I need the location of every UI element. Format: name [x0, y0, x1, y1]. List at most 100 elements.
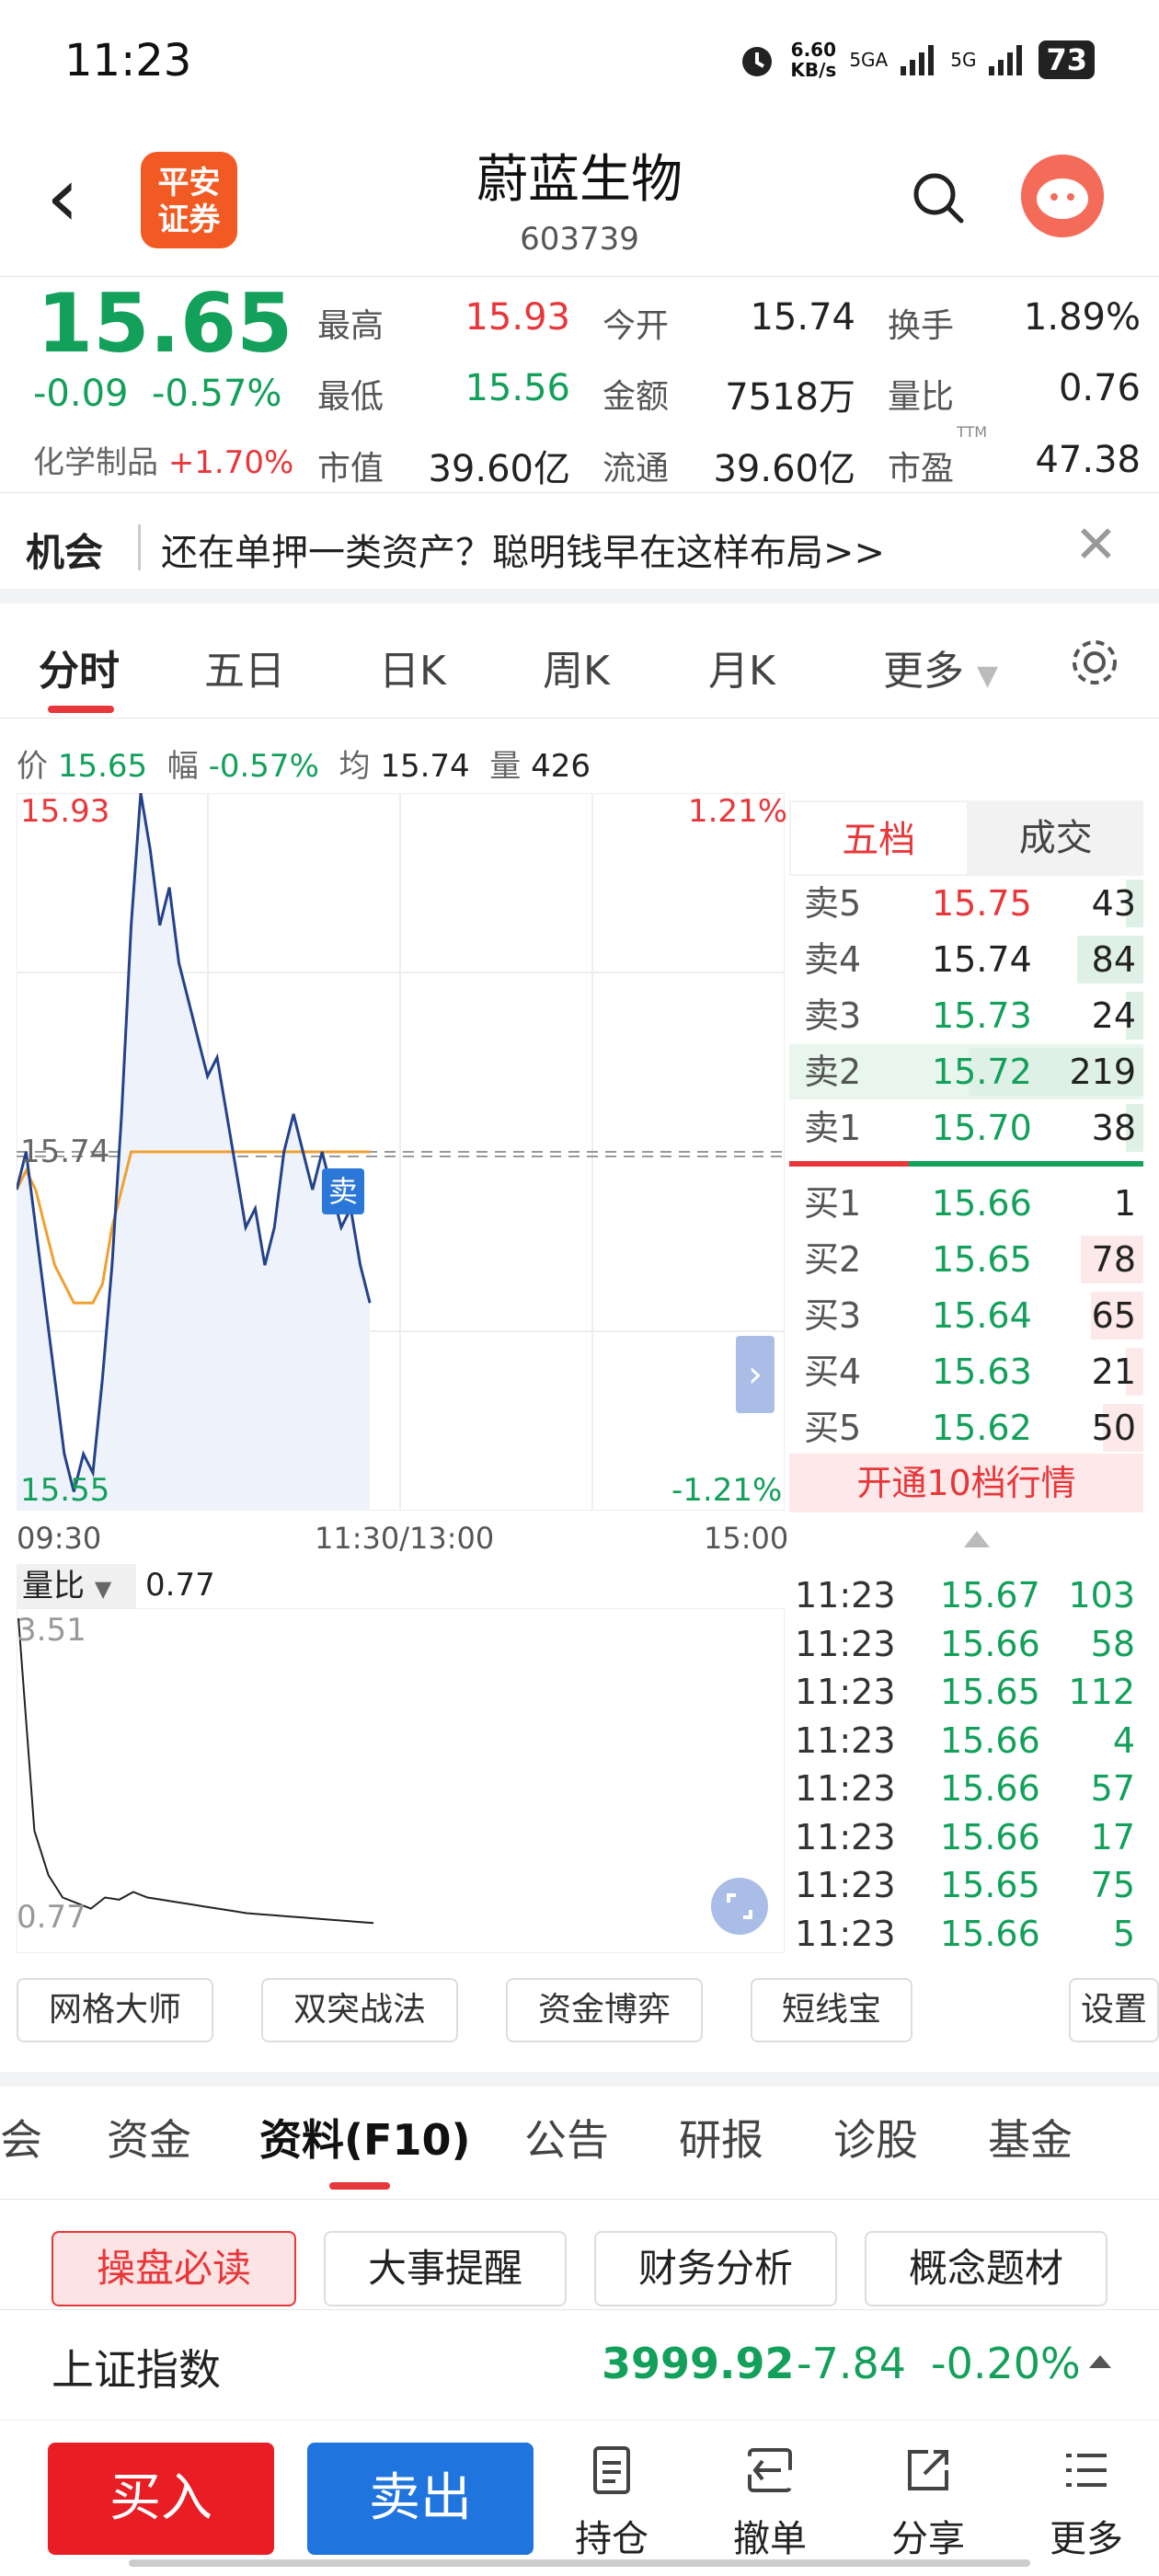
tab-research[interactable]: 研报	[679, 2107, 763, 2168]
tab-partial[interactable]: 会	[0, 2107, 42, 2168]
tab-funds[interactable]: 基金	[988, 2107, 1073, 2168]
ask-level-label: 卖4	[804, 939, 862, 980]
short-term-button[interactable]: 短线宝	[751, 1978, 912, 2042]
tab-f10[interactable]: 资料(F10)	[259, 2107, 470, 2168]
ask-level-row[interactable]: 卖1 15.70 38	[789, 1100, 1143, 1156]
sell-marker[interactable]: 卖	[322, 1168, 364, 1214]
tab-five-levels[interactable]: 五档	[789, 800, 969, 876]
sector-change[interactable]: 化学制品 +1.70%	[33, 437, 293, 482]
tab-announcements[interactable]: 公告	[524, 2107, 609, 2168]
sell-button[interactable]: 卖出	[307, 2443, 534, 2555]
divider	[0, 492, 1159, 493]
fullscreen-icon[interactable]	[710, 1877, 769, 1936]
bid-qty: 78	[1091, 1239, 1136, 1280]
expand-panel-chevron-icon[interactable]: ›	[736, 1336, 775, 1413]
tab-monthly-k[interactable]: 月K	[708, 638, 775, 696]
ask-level-row[interactable]: 卖4 15.74 84	[789, 932, 1143, 987]
home-indicator	[129, 2559, 1030, 2567]
more-button[interactable]: 更多	[1036, 2443, 1137, 2562]
low-value: 15.56	[465, 367, 570, 409]
ask-price: 15.70	[932, 1108, 1032, 1148]
bid-level-label: 买5	[804, 1408, 862, 1448]
open-10-levels-button[interactable]: 开通10档行情	[789, 1454, 1143, 1512]
trade-time: 11:23	[795, 1865, 896, 1905]
volume-indicator-selector[interactable]: 量比 ▼	[17, 1564, 136, 1608]
bid-qty: 21	[1091, 1351, 1136, 1392]
open-value: 15.74	[750, 296, 855, 339]
chart-top-left-label: 15.93	[20, 793, 110, 830]
tab-five-day[interactable]: 五日	[204, 638, 285, 696]
trade-row: 11:23 15.67 103	[793, 1571, 1142, 1619]
menu-icon	[1066, 2454, 1107, 2487]
search-icon[interactable]	[911, 170, 966, 225]
expand-up-icon[interactable]	[1089, 2355, 1111, 2368]
buy-button[interactable]: 买入	[48, 2443, 274, 2555]
bid-level-label: 买3	[804, 1295, 862, 1336]
bid-level-row[interactable]: 买5 15.62 50	[789, 1400, 1143, 1455]
trade-time: 11:23	[795, 1719, 896, 1761]
bid-level-row[interactable]: 买3 15.64 65	[789, 1288, 1143, 1343]
vol-ratio-value: 0.76	[1058, 367, 1141, 409]
tab-intraday[interactable]: 分时	[39, 638, 120, 696]
pill-concepts[interactable]: 概念题材	[865, 2231, 1107, 2306]
undo-icon	[748, 2448, 792, 2492]
status-bar: 11:23 6.60 KB/s 5GA 5G 73	[0, 0, 1159, 124]
back-icon[interactable]: ‹	[46, 156, 101, 239]
index-value: 3999.92	[602, 2339, 795, 2388]
capital-game-button[interactable]: 资金博弈	[506, 1978, 703, 2042]
ask-level-row[interactable]: 卖3 15.73 24	[789, 988, 1143, 1043]
trade-price: 15.66	[940, 1913, 1040, 1954]
status-time: 11:23	[64, 35, 192, 86]
ask-level-row[interactable]: 卖2 15.72 219	[789, 1044, 1143, 1099]
opportunity-tag: 机会	[26, 530, 104, 575]
pill-financials[interactable]: 财务分析	[594, 2231, 837, 2306]
bid-level-row[interactable]: 买2 15.65 78	[789, 1232, 1143, 1287]
pill-must-read[interactable]: 操盘必读	[52, 2231, 296, 2306]
close-icon[interactable]: ✕	[1074, 515, 1118, 575]
intraday-price-chart[interactable]	[17, 793, 785, 1511]
tab-more[interactable]: 更多 ▼	[883, 638, 998, 696]
volume-top-label: 3.51	[17, 1612, 86, 1649]
opportunity-banner-link[interactable]: 还在单押一类资产？聪明钱早在这样布局>>	[161, 523, 885, 576]
amount-label: 金额	[602, 378, 670, 416]
bid-price: 15.64	[932, 1295, 1032, 1336]
bid-level-row[interactable]: 买1 15.66 1	[789, 1176, 1143, 1231]
share-button[interactable]: 分享	[878, 2443, 979, 2562]
double-break-button[interactable]: 双突战法	[261, 1978, 458, 2042]
ask-qty: 43	[1091, 883, 1136, 924]
trade-qty: 75	[1090, 1865, 1135, 1905]
stock-name: 蔚蓝生物	[476, 150, 683, 210]
trade-price: 15.67	[940, 1575, 1040, 1616]
vol-ratio-label: 量比	[888, 378, 955, 416]
grid-master-button[interactable]: 网格大师	[17, 1978, 213, 2042]
holdings-button[interactable]: 持仓	[561, 2443, 662, 2562]
stock-code: 603739	[520, 221, 639, 258]
pill-events[interactable]: 大事提醒	[324, 2231, 567, 2306]
trade-row: 11:23 15.65 112	[793, 1668, 1142, 1716]
settings-button[interactable]: 设置	[1069, 1978, 1159, 2042]
section-gap	[0, 589, 1159, 604]
pe-ttm-sup: TTM	[957, 423, 988, 441]
volume-indicator-value: 0.77	[145, 1567, 215, 1604]
broker-logo[interactable]: 平安 证券	[141, 152, 237, 248]
triangle-down-icon: ▼	[94, 1576, 112, 1602]
cancel-order-button[interactable]: 撤单	[719, 2443, 820, 2562]
tab-weekly-k[interactable]: 周K	[543, 638, 610, 696]
trade-row: 11:23 15.65 75	[793, 1861, 1142, 1909]
trade-row: 11:23 15.66 5	[793, 1910, 1142, 1958]
signal-icon	[901, 45, 935, 75]
tab-daily-k[interactable]: 日K	[379, 638, 446, 696]
scroll-up-icon[interactable]	[964, 1531, 990, 1547]
ask-level-row[interactable]: 卖5 15.75 43	[789, 876, 1143, 931]
assistant-avatar-icon[interactable]	[1021, 155, 1104, 237]
status-icons: 6.60 KB/s 5GA 5G 73	[737, 37, 1095, 83]
trade-price: 15.66	[940, 1623, 1040, 1664]
bid-level-row[interactable]: 买4 15.63 21	[789, 1344, 1143, 1399]
time-mid-label: 11:30/13:00	[315, 1521, 495, 1556]
volume-ratio-chart[interactable]	[17, 1608, 785, 1953]
turnover-label: 换手	[888, 307, 955, 345]
tab-capital[interactable]: 资金	[107, 2107, 191, 2168]
gear-icon[interactable]	[1067, 635, 1122, 690]
tab-diagnosis[interactable]: 诊股	[833, 2107, 918, 2168]
tab-trades[interactable]: 成交	[968, 800, 1143, 876]
